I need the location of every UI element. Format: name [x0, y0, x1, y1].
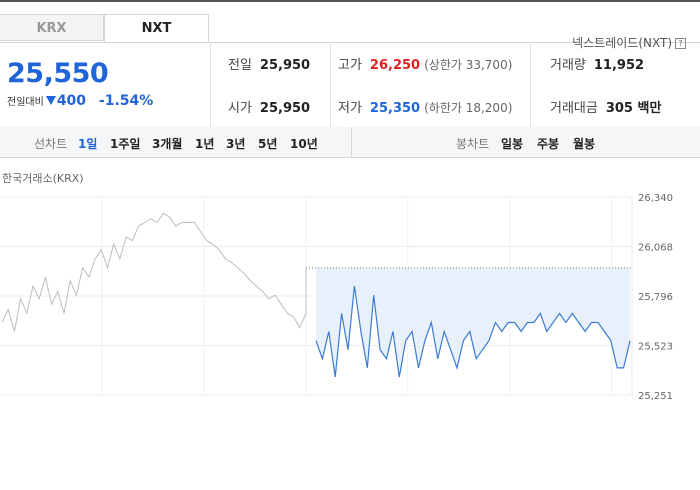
- toolbar-divider: [351, 127, 352, 157]
- open-price: 시가 25,950: [228, 97, 310, 116]
- divider: [330, 42, 331, 127]
- period-1w[interactable]: 1주일: [110, 135, 140, 152]
- volume-label: 거래량: [550, 58, 586, 73]
- change-value: 400: [56, 93, 87, 109]
- volume-value: 11,952: [593, 58, 645, 73]
- down-triangle-icon: [45, 96, 56, 105]
- price-summary: 25,550 전일대비 400 -1.54% 전일 25,950 시가 25,950 …: [0, 42, 700, 128]
- period-3m[interactable]: 3개월: [152, 135, 182, 152]
- tab-krx[interactable]: KRX: [0, 14, 104, 41]
- series-fill-area: [316, 267, 630, 377]
- low-price: 저가 25,350 (하한가 18,200): [338, 97, 512, 116]
- upper-limit: (상한가 33,700): [424, 58, 513, 72]
- y-tick-label: 26,068: [638, 243, 673, 254]
- tab-nxt[interactable]: NXT: [104, 14, 209, 42]
- high-value: 26,250: [369, 58, 421, 73]
- divider: [210, 42, 211, 127]
- candle-weekly[interactable]: 주봉: [537, 135, 559, 152]
- divider: [530, 42, 531, 127]
- line-chart-label: 선차트: [34, 137, 68, 151]
- candle-daily[interactable]: 일봉: [501, 135, 523, 152]
- prev-close-value: 25,950: [259, 58, 311, 73]
- period-1d[interactable]: 1일: [78, 135, 97, 152]
- y-tick-label: 25,251: [638, 391, 673, 400]
- exchange-label: 한국거래소(KRX): [2, 172, 84, 185]
- volume: 거래량 11,952: [550, 54, 644, 73]
- change-percent: -1.54%: [98, 93, 154, 109]
- high-label: 고가: [338, 58, 362, 73]
- change-label: 전일대비: [7, 97, 44, 108]
- trade-amount: 거래대금 305 백만: [550, 97, 661, 116]
- period-5y[interactable]: 5년: [258, 135, 277, 152]
- period-1y[interactable]: 1년: [195, 135, 214, 152]
- period-3y[interactable]: 3년: [226, 135, 245, 152]
- current-price: 25,550: [7, 58, 109, 89]
- open-label: 시가: [228, 101, 252, 116]
- chart-toolbar: 선차트 1일 1주일 3개월 1년 3년 5년 10년 봉차트 일봉 주봉 월봉: [0, 127, 700, 158]
- prev-close: 전일 25,950: [228, 54, 310, 73]
- open-value: 25,950: [259, 101, 311, 116]
- candle-chart-label: 봉차트: [456, 137, 490, 151]
- prev-close-label: 전일: [228, 58, 252, 73]
- change-line: 전일대비 400 -1.54%: [7, 93, 153, 109]
- amount-label: 거래대금: [550, 101, 598, 116]
- price-chart: 26,340 26,068 25,796 25,523 25,251: [0, 193, 673, 400]
- y-tick-label: 25,796: [638, 292, 673, 303]
- y-tick-label: 25,523: [638, 342, 673, 353]
- lower-limit: (하한가 18,200): [424, 101, 513, 115]
- high-price: 고가 26,250 (상한가 33,700): [338, 54, 512, 73]
- y-tick-label: 26,340: [638, 193, 673, 204]
- top-border: [0, 0, 700, 2]
- series-line-krx: [1, 212, 307, 332]
- period-10y[interactable]: 10년: [290, 135, 318, 152]
- exchange-tabs: KRX NXT 넥스트레이드(NXT)?: [0, 14, 700, 50]
- low-label: 저가: [338, 101, 362, 116]
- amount-value: 305 백만: [605, 101, 662, 116]
- candle-monthly[interactable]: 월봉: [573, 135, 595, 152]
- low-value: 25,350: [369, 101, 421, 116]
